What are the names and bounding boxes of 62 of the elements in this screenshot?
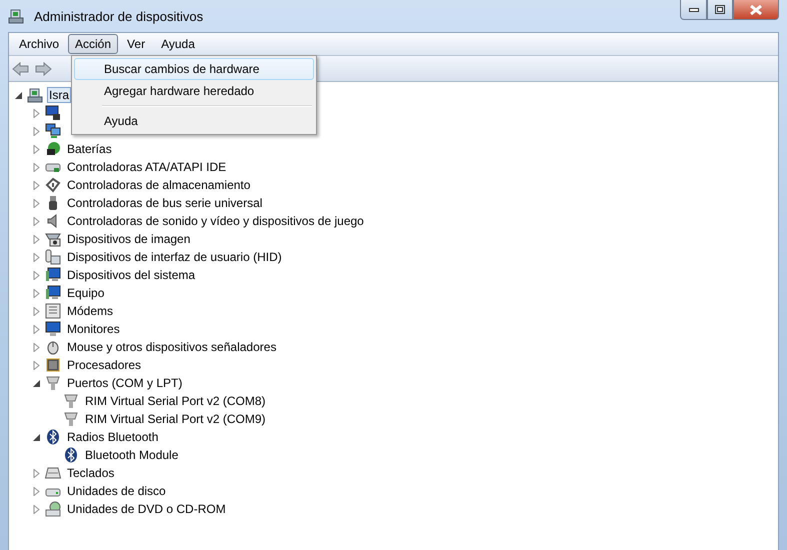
tree-item[interactable]: RIM Virtual Serial Port v2 (COM8) — [83, 393, 268, 409]
bluetooth-icon — [63, 447, 79, 463]
processor-icon — [45, 357, 61, 373]
tree-item[interactable]: Dispositivos de imagen — [65, 231, 192, 247]
tree-item[interactable]: RIM Virtual Serial Port v2 (COM9) — [83, 411, 268, 427]
close-icon — [750, 4, 762, 14]
monitor-icon — [45, 285, 61, 301]
hid-icon — [45, 249, 61, 265]
tree-item[interactable]: Dispositivos del sistema — [65, 267, 198, 283]
expander-icon[interactable] — [14, 90, 23, 100]
tree-item[interactable]: Controladoras de sonido y vídeo y dispositivos de juego — [65, 213, 366, 229]
forward-arrow-icon[interactable] — [34, 60, 52, 76]
keyboard-icon — [45, 465, 61, 481]
tree-item[interactable]: Unidades de disco — [65, 483, 168, 499]
tree-item[interactable]: Controladoras ATA/ATAPI IDE — [65, 159, 228, 175]
tree-item[interactable]: Equipo — [65, 285, 106, 301]
monitor-icon — [45, 267, 61, 283]
tree-item[interactable]: Mouse y otros dispositivos señaladores — [65, 339, 278, 355]
tree-item[interactable]: Radios Bluetooth — [65, 429, 160, 445]
computer-icon — [27, 87, 43, 103]
menu-option[interactable]: Agregar hardware heredado — [74, 80, 314, 102]
network-icon — [45, 123, 61, 139]
menu-option[interactable]: Ayuda — [74, 110, 314, 132]
tree-item[interactable]: Isra — [47, 87, 72, 103]
port-icon — [63, 393, 79, 409]
minimize-button[interactable] — [680, 0, 707, 20]
tree-item[interactable]: Puertos (COM y LPT) — [65, 375, 184, 391]
close-button[interactable] — [733, 0, 779, 20]
tree-item[interactable]: Controladoras de bus serie universal — [65, 195, 264, 211]
minimize-icon — [688, 8, 698, 12]
tree-item[interactable]: Unidades de DVD o CD-ROM — [65, 501, 228, 517]
port-icon — [45, 375, 61, 391]
tree-item[interactable]: Procesadores — [65, 357, 144, 373]
tree-item[interactable]: Bluetooth Module — [83, 447, 180, 463]
window-title: Administrador de dispositivos — [34, 8, 204, 24]
tree-item[interactable]: Baterías — [65, 141, 114, 157]
menu-item[interactable]: Archivo — [12, 34, 66, 54]
maximize-button[interactable] — [707, 0, 733, 20]
tree-item[interactable]: Monitores — [65, 321, 122, 337]
modem-icon — [45, 303, 61, 319]
mouse-icon — [45, 339, 61, 355]
tree-item[interactable]: Controladoras de almacenamiento — [65, 177, 252, 193]
expander-icon[interactable] — [32, 432, 41, 442]
menu-option[interactable]: Buscar cambios de hardware — [74, 58, 314, 80]
menu-item[interactable]: Ver — [120, 34, 152, 54]
tree-item[interactable]: Dispositivos de interfaz de usuario (HID) — [65, 249, 284, 265]
bluetooth-icon — [45, 429, 61, 445]
maximize-icon — [715, 5, 725, 14]
camera-icon — [45, 231, 61, 247]
computer-icon — [8, 8, 24, 24]
battery-icon — [45, 141, 61, 157]
storage-icon — [45, 177, 61, 193]
menu-item[interactable]: Acción — [68, 34, 118, 54]
monitor-icon — [45, 321, 61, 337]
port-icon — [63, 411, 79, 427]
display-icon — [45, 105, 61, 121]
back-arrow-icon[interactable] — [12, 60, 30, 76]
tree-item[interactable]: Módems — [65, 303, 116, 319]
disc-drive-icon — [45, 501, 61, 517]
tree-item[interactable]: Teclados — [65, 465, 116, 481]
menu-item[interactable]: Ayuda — [154, 34, 202, 54]
expander-icon[interactable] — [32, 378, 41, 388]
